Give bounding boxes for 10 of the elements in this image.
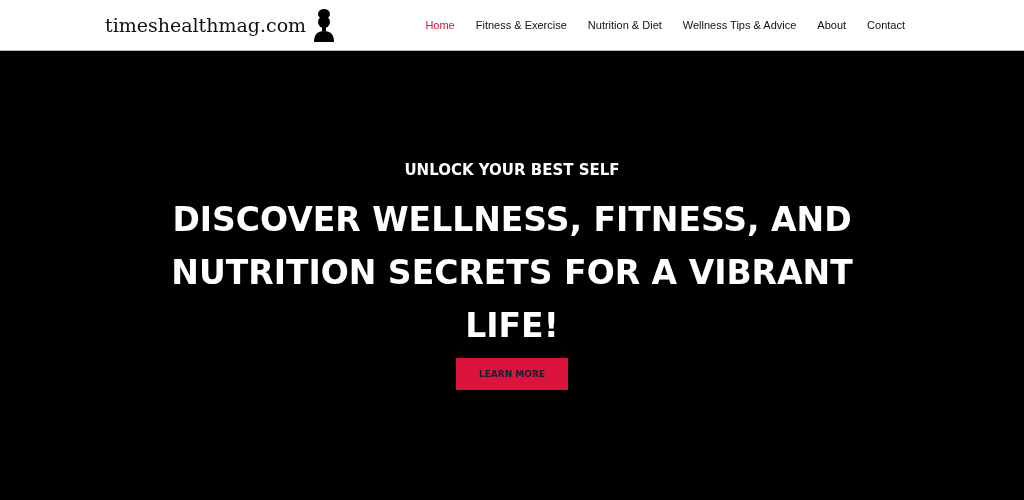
site-logo[interactable]: timeshealthmag.com bbox=[105, 14, 307, 36]
nav-link[interactable]: About bbox=[817, 19, 847, 31]
hero-heading: DISCOVER WELLNESS, FITNESS, AND NUTRITION SECRETS FOR A VIBRANT LIFE! bbox=[170, 199, 854, 347]
person-icon bbox=[313, 8, 336, 42]
nav-link[interactable]: Nutrition & Diet bbox=[587, 19, 662, 31]
nav-link[interactable]: Home bbox=[425, 19, 455, 31]
nav-link[interactable]: Contact bbox=[867, 19, 905, 31]
nav-link[interactable]: Fitness & Exercise bbox=[475, 19, 567, 31]
nav-link[interactable]: Wellness Tips & Advice bbox=[682, 19, 797, 31]
hero-tagline: UNLOCK YOUR BEST SELF bbox=[404, 161, 620, 179]
